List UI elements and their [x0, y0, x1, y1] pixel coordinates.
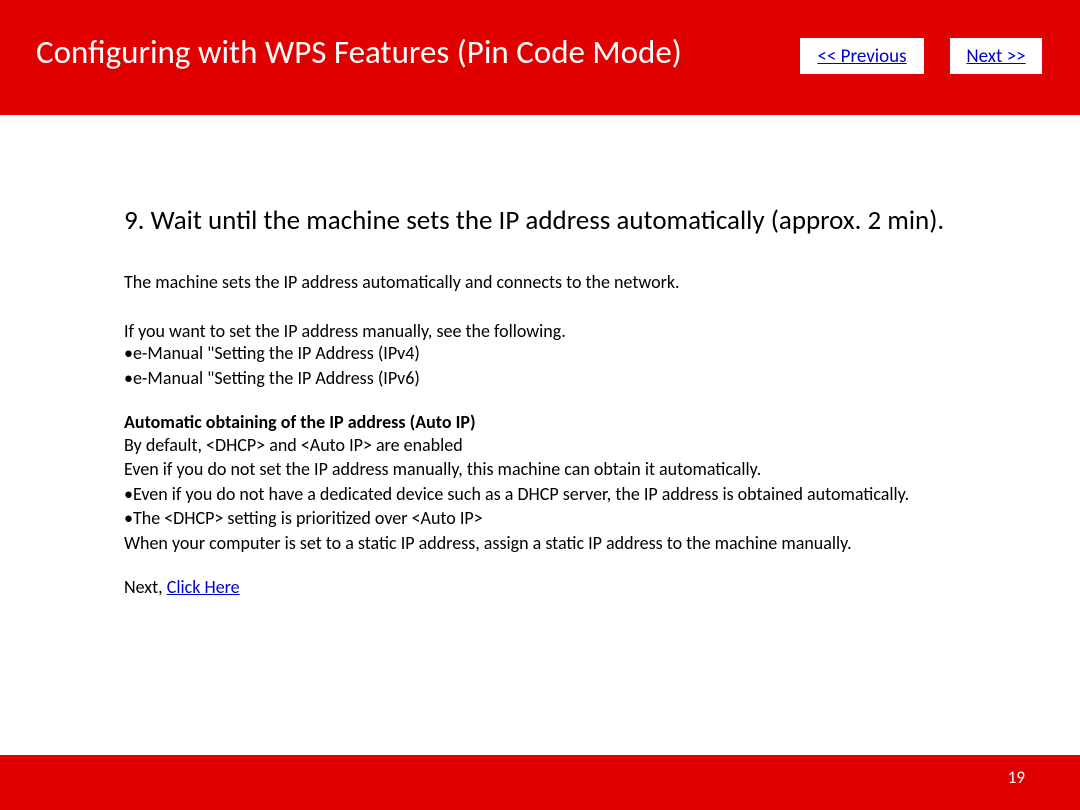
step-heading: 9. Wait until the machine sets the IP ad…: [124, 205, 956, 237]
manual-note: If you want to set the IP address manual…: [124, 320, 956, 343]
previous-link-text[interactable]: << Previous: [817, 45, 906, 68]
next-link-text[interactable]: Next >>: [966, 45, 1025, 68]
intro-text: The machine sets the IP address automati…: [124, 271, 956, 294]
next-line: Next, Click Here: [124, 576, 956, 598]
auto-ip-title: Automatic obtaining of the IP address (A…: [124, 411, 956, 434]
next-button[interactable]: Next >>: [950, 38, 1042, 74]
auto-ip-line-2: •Even if you do not have a dedicated dev…: [124, 483, 956, 506]
page-number: 19: [1008, 767, 1025, 788]
content-area: 9. Wait until the machine sets the IP ad…: [0, 115, 1080, 755]
manual-bullet-ipv4: •e-Manual "Setting the IP Address (IPv4): [124, 342, 956, 365]
manual-bullet-ipv6: •e-Manual "Setting the IP Address (IPv6): [124, 367, 956, 390]
auto-ip-line-0: By default, <DHCP> and <Auto IP> are ena…: [124, 434, 956, 457]
previous-button[interactable]: << Previous: [800, 38, 924, 74]
footer-bar: 19: [0, 755, 1080, 810]
slide-page: Configuring with WPS Features (Pin Code …: [0, 0, 1080, 810]
auto-ip-line-4: When your computer is set to a static IP…: [124, 532, 956, 555]
auto-ip-line-3: •The <DHCP> setting is prioritized over …: [124, 507, 956, 530]
next-prefix: Next,: [124, 576, 167, 598]
click-here-link[interactable]: Click Here: [167, 576, 240, 598]
header-bar: Configuring with WPS Features (Pin Code …: [0, 0, 1080, 115]
auto-ip-line-1: Even if you do not set the IP address ma…: [124, 458, 956, 481]
page-title: Configuring with WPS Features (Pin Code …: [36, 32, 682, 72]
